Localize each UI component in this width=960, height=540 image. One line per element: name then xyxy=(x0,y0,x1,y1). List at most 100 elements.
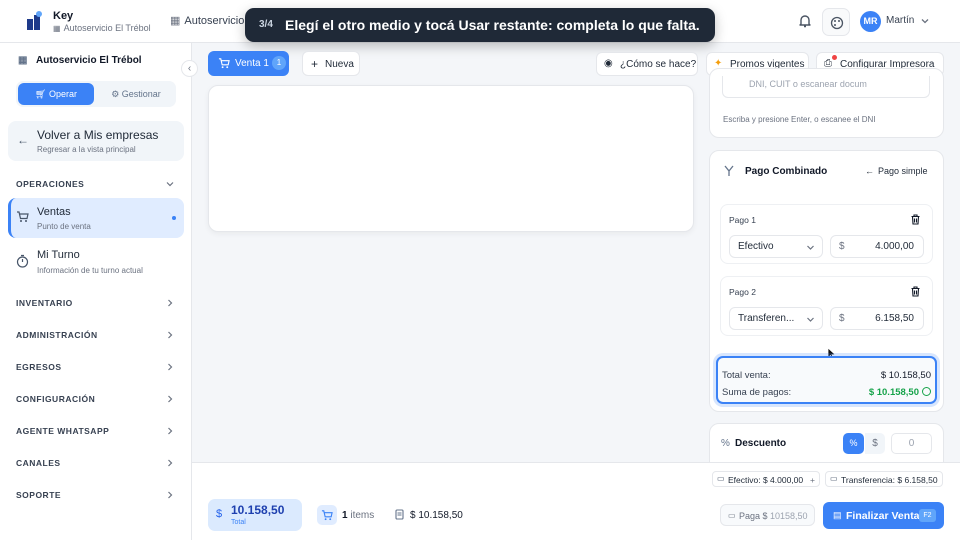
play-circle-icon: ◉ xyxy=(604,58,613,69)
gear-icon: ⚙ xyxy=(111,89,122,99)
receipt-icon: ▤ xyxy=(833,510,842,520)
back-subtitle: Regresar a la vista principal xyxy=(37,145,136,154)
payment-method-select[interactable]: Efectivo xyxy=(729,235,823,258)
sale-total-value: 10.158,50 xyxy=(231,503,285,517)
arrow-left-icon: ← xyxy=(865,166,874,176)
payment-title: Pago Combinado xyxy=(745,166,828,177)
chevron-down-icon[interactable] xyxy=(920,16,930,26)
chevron-right-icon[interactable] xyxy=(166,395,174,403)
new-sale-button[interactable]: + Nueva xyxy=(302,51,360,76)
chevron-right-icon[interactable] xyxy=(166,363,174,371)
shortcut-badge: F2 xyxy=(919,509,936,522)
items-count: 1 items xyxy=(342,510,375,521)
tour-tooltip: 3/4 Elegí el otro medio y tocá Usar rest… xyxy=(245,8,715,42)
dni-input[interactable]: DNI, CUIT o escanear docum xyxy=(722,76,930,98)
store-icon: ▦ xyxy=(53,24,61,33)
paga-input[interactable]: ▭ Paga $ 10158,50 xyxy=(720,504,815,526)
section-canales[interactable]: CANALES xyxy=(16,458,61,468)
sidebar-item-ventas[interactable] xyxy=(8,198,184,238)
chevron-right-icon[interactable] xyxy=(166,491,174,499)
tab-venta-1[interactable]: Venta 1 1 xyxy=(208,51,289,76)
section-inventario[interactable]: INVENTARIO xyxy=(16,298,73,308)
dni-hint: Escriba y presione Enter, o escanee el D… xyxy=(723,115,876,124)
stopwatch-icon xyxy=(16,254,29,268)
discount-input[interactable]: 0 xyxy=(891,433,932,454)
subtotal-value: $ 10.158,50 xyxy=(410,510,463,521)
chevron-left-icon: ‹ xyxy=(187,63,192,74)
back-title: Volver a Mis empresas xyxy=(37,128,159,142)
payment-method-select[interactable]: Transferen... xyxy=(729,307,823,330)
percent-icon: % xyxy=(721,438,730,449)
payments-sum-value: $ 10.158,50 xyxy=(869,387,931,398)
chevron-right-icon[interactable] xyxy=(166,331,174,339)
user-name[interactable]: Martín xyxy=(886,15,914,26)
theme-button[interactable] xyxy=(822,8,850,36)
notification-dot xyxy=(832,55,837,60)
chevron-right-icon[interactable] xyxy=(166,299,174,307)
cash-icon: ▭ xyxy=(728,511,736,520)
chevron-down-icon[interactable] xyxy=(166,180,174,188)
store-icon: ▦ xyxy=(170,15,181,27)
finalize-sale-button[interactable]: ▤ Finalizar Venta F2 xyxy=(823,502,944,529)
back-to-companies[interactable]: ← Volver a Mis empresas Regresar a la vi… xyxy=(8,121,184,161)
mode-operar-button[interactable]: 🛒︎ Operar xyxy=(18,83,94,105)
split-icon xyxy=(724,165,734,176)
sidebar-collapse-button[interactable]: ‹ xyxy=(181,60,198,77)
sidebar-item-sublabel: Información de tu turno actual xyxy=(37,266,143,275)
payment-chip-transfer: ▭ Transferencia: $ 6.158,50 xyxy=(825,471,943,487)
sidebar-item-label: Ventas xyxy=(37,206,71,218)
trash-icon[interactable] xyxy=(910,214,921,225)
simple-payment-button[interactable]: ← Pago simple xyxy=(865,166,928,176)
cart-panel xyxy=(208,85,694,232)
section-soporte[interactable]: SOPORTE xyxy=(16,490,61,500)
brand-store: ▦ Autoservicio El Trébol xyxy=(53,23,151,33)
tab-label: Venta 1 xyxy=(235,58,269,69)
section-operaciones[interactable]: OPERACIONES xyxy=(16,179,84,189)
trash-icon[interactable] xyxy=(910,286,921,297)
section-agente-whatsapp[interactable]: AGENTE WHATSAPP xyxy=(16,426,109,436)
key-logo-icon xyxy=(27,11,42,30)
arrow-left-icon: ← xyxy=(17,133,29,147)
sidebar-store: ▦ Autoservicio El Trébol xyxy=(18,55,142,66)
sidebar-item-sublabel: Punto de venta xyxy=(37,222,91,231)
cart-icon: 🛒︎ xyxy=(35,89,49,99)
discount-percent-toggle[interactable]: % xyxy=(843,433,864,454)
payment-amount-input[interactable]: $ 4.000,00 xyxy=(830,235,924,258)
plus-separator: + xyxy=(810,475,815,485)
sidebar-item-label: Mi Turno xyxy=(37,249,80,261)
card-icon: ▭ xyxy=(830,474,838,483)
discount-title: Descuento xyxy=(735,438,787,449)
payment-label: Pago 1 xyxy=(729,215,756,225)
discount-amount-toggle[interactable]: $ xyxy=(865,433,885,454)
total-sale-value: $ 10.158,50 xyxy=(880,370,931,381)
breadcrumb[interactable]: ▦ Autoservicio xyxy=(170,14,244,27)
check-circle-icon xyxy=(922,387,931,396)
bell-icon[interactable] xyxy=(797,13,813,29)
payment-totals: Total venta: $ 10.158,50 Suma de pagos: … xyxy=(716,356,937,404)
active-indicator xyxy=(172,216,176,220)
cart-icon xyxy=(218,58,230,69)
tab-count-badge: 1 xyxy=(272,56,286,70)
currency-icon: $ xyxy=(216,508,223,520)
payments-sum-label: Suma de pagos: xyxy=(722,387,792,398)
payment-amount-input[interactable]: $ 6.158,50 xyxy=(830,307,924,330)
how-to-button[interactable]: ◉ ¿Cómo se hace? xyxy=(596,52,698,76)
mode-gestionar-button[interactable]: ⚙ Gestionar xyxy=(98,83,174,105)
palette-icon xyxy=(830,16,844,30)
sale-total-label: Total xyxy=(231,519,246,526)
section-administracion[interactable]: ADMINISTRACIÓN xyxy=(16,330,98,340)
section-egresos[interactable]: EGRESOS xyxy=(16,362,62,372)
brand-name: Key xyxy=(53,10,74,22)
avatar[interactable]: MR xyxy=(860,11,881,32)
chevron-right-icon[interactable] xyxy=(166,427,174,435)
chevron-down-icon xyxy=(807,245,814,250)
tour-step: 3/4 xyxy=(259,19,273,30)
plus-icon: + xyxy=(311,57,319,71)
cash-icon: ▭ xyxy=(717,474,725,483)
sale-total: $ 10.158,50 Total xyxy=(208,499,302,531)
mode-switch: 🛒︎ Operar ⚙ Gestionar xyxy=(16,81,176,107)
chevron-right-icon[interactable] xyxy=(166,459,174,467)
section-configuracion[interactable]: CONFIGURACIÓN xyxy=(16,394,95,404)
payment-chip-cash: ▭ Efectivo: $ 4.000,00 + xyxy=(712,471,820,487)
cart-icon xyxy=(317,505,337,525)
